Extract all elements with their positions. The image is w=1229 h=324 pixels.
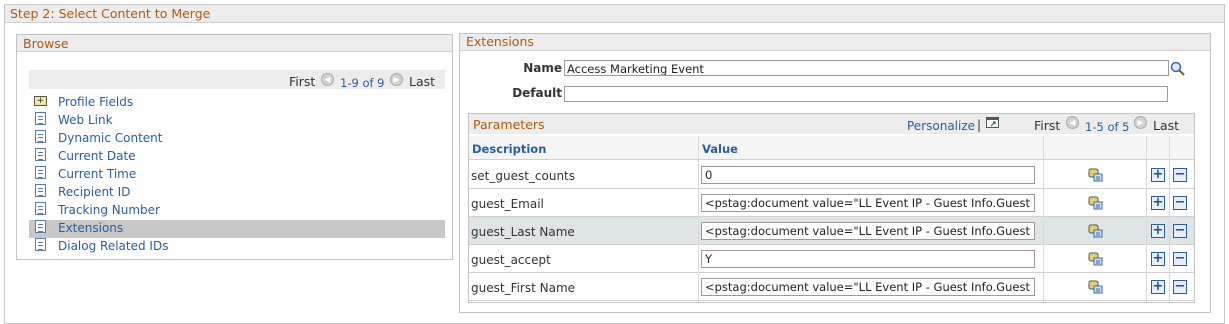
document-icon[interactable] — [35, 130, 46, 143]
row-value-input[interactable]: Y — [701, 250, 1035, 268]
browse-range: 1-9 of 9 — [340, 76, 385, 90]
row-description: guest_accept — [471, 253, 551, 267]
document-icon[interactable] — [35, 184, 46, 197]
params-next-icon[interactable]: ▶ — [1134, 116, 1147, 129]
new-window-icon[interactable] — [985, 116, 1001, 130]
col-value[interactable]: Value — [702, 142, 738, 156]
row-value-input[interactable]: 0 — [701, 166, 1035, 184]
column-header-row — [469, 136, 1194, 160]
tree-item-label[interactable]: Web Link — [58, 113, 113, 127]
row-description: guest_Last Name — [471, 225, 575, 239]
name-field[interactable]: Access Marketing Event — [564, 60, 1169, 76]
row-description: guest_Email — [471, 197, 544, 211]
prompt-lookup-icon[interactable] — [1088, 224, 1103, 238]
row-value-input[interactable]: <pstag:document value="LL Event IP - Gue… — [701, 194, 1035, 212]
step-title: Step 2: Select Content to Merge — [10, 6, 211, 21]
row-description: set_guest_counts — [471, 169, 576, 183]
tree-item-label[interactable]: Dynamic Content — [58, 131, 162, 145]
parameters-title: Parameters — [473, 117, 545, 132]
document-icon[interactable] — [35, 220, 46, 233]
prompt-lookup-icon[interactable] — [1088, 196, 1103, 210]
params-range: 1-5 of 5 — [1085, 120, 1130, 134]
header-separator: | — [977, 118, 982, 132]
document-icon[interactable] — [35, 238, 46, 251]
tree-item-label[interactable]: Recipient ID — [58, 185, 130, 199]
col-divider — [1169, 136, 1170, 302]
tree-item-label[interactable]: Current Time — [58, 167, 136, 181]
folder-plus-icon[interactable]: + — [34, 96, 47, 106]
tree-item-label[interactable]: Extensions — [58, 221, 123, 235]
tree-item-label[interactable]: Profile Fields — [58, 95, 133, 109]
add-row-button[interactable]: + — [1151, 168, 1165, 182]
prompt-lookup-icon[interactable] — [1088, 168, 1103, 182]
document-icon[interactable] — [35, 112, 46, 125]
browse-panel-header — [17, 35, 452, 52]
delete-row-button[interactable]: − — [1173, 280, 1187, 294]
params-first-label: First — [1034, 118, 1061, 133]
extensions-panel-header — [460, 34, 1210, 51]
add-row-button[interactable]: + — [1151, 196, 1165, 210]
add-row-button[interactable]: + — [1151, 252, 1165, 266]
personalize-link[interactable]: Personalize — [907, 119, 975, 133]
browse-panel-title: Browse — [23, 36, 69, 51]
tree-item-label[interactable]: Dialog Related IDs — [58, 239, 168, 253]
row-value-input[interactable]: <pstag:document value="LL Event IP - Gue… — [701, 278, 1035, 296]
tree-item-label[interactable]: Tracking Number — [58, 203, 160, 217]
add-row-button[interactable]: + — [1151, 224, 1165, 238]
delete-row-button[interactable]: − — [1173, 196, 1187, 210]
browse-last-label: Last — [409, 74, 436, 89]
default-field[interactable] — [564, 86, 1168, 102]
col-divider — [698, 136, 699, 302]
row-value-input[interactable]: <pstag:document value="LL Event IP - Gue… — [701, 222, 1035, 240]
document-icon[interactable] — [35, 166, 46, 179]
params-last-label: Last — [1153, 118, 1180, 133]
document-icon[interactable] — [35, 202, 46, 215]
row-description: guest_First Name — [471, 281, 576, 295]
col-description[interactable]: Description — [472, 142, 546, 156]
prompt-lookup-icon[interactable] — [1088, 280, 1103, 294]
col-divider — [1043, 136, 1044, 302]
extensions-panel-title: Extensions — [466, 34, 534, 49]
prev-page-icon[interactable]: ◀ — [321, 73, 334, 86]
default-label: Default — [512, 86, 562, 100]
browse-first-label: First — [289, 74, 316, 89]
delete-row-button[interactable]: − — [1173, 252, 1187, 266]
add-row-button[interactable]: + — [1151, 280, 1165, 294]
col-divider — [1146, 136, 1147, 302]
delete-row-button[interactable]: − — [1173, 168, 1187, 182]
document-icon[interactable] — [35, 148, 46, 161]
tree-item-label[interactable]: Current Date — [58, 149, 136, 163]
next-page-icon[interactable]: ▶ — [390, 73, 403, 86]
name-label: Name — [523, 61, 562, 75]
delete-row-button[interactable]: − — [1173, 224, 1187, 238]
search-icon[interactable] — [1170, 61, 1185, 76]
prompt-lookup-icon[interactable] — [1088, 252, 1103, 266]
params-prev-icon[interactable]: ◀ — [1066, 116, 1079, 129]
